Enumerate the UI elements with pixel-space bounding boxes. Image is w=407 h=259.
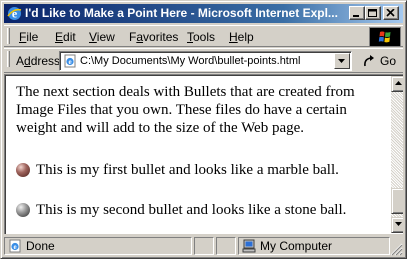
chevron-down-icon [338,59,345,63]
ie-page-icon: e [9,239,21,253]
minimize-button[interactable] [349,6,365,20]
go-label: Go [380,54,397,68]
menu-view-accel: V [89,30,97,44]
ie-page-icon: e [64,54,76,68]
stone-bullet-icon [16,203,30,217]
scrollbar-thumb[interactable] [391,188,403,214]
svg-text:e: e [13,243,16,251]
scroll-down-button[interactable] [391,217,403,233]
resize-grip-icon[interactable] [390,243,403,256]
intro-paragraph: The next section deals with Bullets that… [16,84,355,136]
windows-throbber [369,27,401,47]
ie-logo-icon: e [7,7,22,21]
page-content: The next section deals with Bullets that… [4,74,403,234]
menu-help-label: elp [237,30,254,44]
close-icon [386,9,395,17]
bullet-text: This is my first bullet and looks like a… [36,162,339,178]
arrow-up-icon [395,81,402,85]
address-bar: Address e C:\My Documents\My Word\bullet… [4,48,403,73]
menu-tools[interactable]: Tools [186,29,216,45]
address-grip[interactable] [7,51,10,67]
address-dropdown-button[interactable] [334,53,350,69]
menu-edit-label: dit [63,30,76,44]
status-bar: e Done My Computer [4,236,403,256]
close-button[interactable] [383,6,399,20]
menu-help[interactable]: Help [228,29,255,45]
go-arrow-icon [364,55,374,67]
status-panel: e Done [4,237,192,255]
window-title: I'd Like to Make a Point Here - Microsof… [25,6,338,20]
status-panel-progress [194,237,214,255]
status-panel-security [216,237,236,255]
menu-favorites[interactable]: Favorites [128,29,179,45]
minimize-icon [353,15,359,17]
svg-text:e: e [12,7,18,21]
zone-text: My Computer [260,239,333,253]
address-label-pre: A [16,54,25,68]
address-url: C:\My Documents\My Word\bullet-points.ht… [80,55,301,67]
maximize-icon [368,9,377,17]
address-label: Address [16,53,60,69]
bullet-text: This is my second bullet and looks like … [36,202,347,218]
menu-tools-label: ools [193,30,216,44]
windows-flag-icon [378,31,391,43]
marble-bullet-icon [16,163,30,177]
arrow-down-icon [395,222,402,226]
address-label-rest: dress [30,54,61,68]
menu-file-label: ile [26,30,39,44]
menu-file[interactable]: File [18,29,39,45]
svg-text:e: e [68,58,71,66]
scroll-up-button[interactable] [391,76,403,92]
vertical-scrollbar[interactable] [391,76,403,233]
go-button[interactable]: Go [359,51,399,71]
address-label-accel: d [24,54,31,68]
address-input[interactable]: e C:\My Documents\My Word\bullet-points.… [59,51,352,71]
my-computer-icon [242,239,256,253]
status-text: Done [26,239,55,253]
toolbar-grip[interactable] [7,28,10,44]
menu-edit[interactable]: Edit [54,29,77,45]
title-bar[interactable]: e I'd Like to Make a Point Here - Micros… [4,4,403,23]
maximize-button[interactable] [365,6,381,20]
menu-edit-accel: E [55,30,64,44]
status-zone-panel: My Computer [238,237,390,255]
menu-favorites-label: vorites [143,30,179,44]
menu-view[interactable]: View [88,29,116,45]
menu-bar: File Edit View Favorites Tools Help [4,25,403,47]
browser-window: e I'd Like to Make a Point Here - Micros… [0,0,407,259]
menu-view-label: iew [96,30,115,44]
menu-help-accel: H [229,30,238,44]
